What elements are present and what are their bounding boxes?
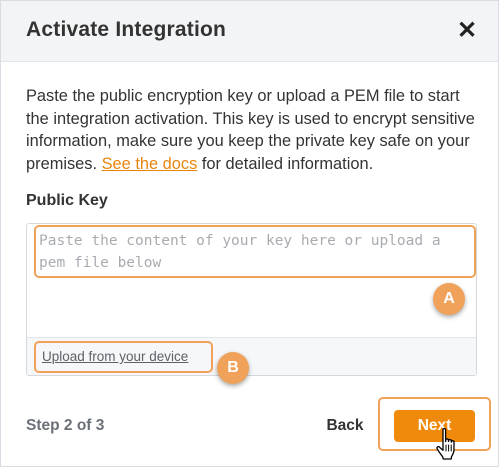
dialog-title: Activate Integration	[26, 18, 227, 41]
back-button[interactable]: Back	[322, 409, 368, 443]
activate-integration-dialog: Activate Integration ✕ Paste the public …	[0, 0, 499, 467]
description-text-end: for detailed information.	[197, 154, 374, 173]
public-key-label: Public Key	[26, 192, 108, 209]
step-indicator: Step 2 of 3	[26, 417, 105, 434]
dialog-header: Activate Integration ✕	[1, 1, 498, 62]
annotation-badge-b: B	[217, 352, 249, 384]
public-key-box: Upload from your device	[26, 223, 477, 376]
upload-from-device-link[interactable]: Upload from your device	[42, 349, 188, 364]
upload-bar: Upload from your device	[27, 337, 476, 375]
dialog-description: Paste the public encryption key or uploa…	[26, 85, 486, 175]
hand-pointer-cursor-icon	[436, 427, 455, 460]
close-icon[interactable]: ✕	[457, 19, 477, 43]
see-the-docs-link[interactable]: See the docs	[102, 155, 198, 173]
annotation-badge-a: A	[433, 283, 465, 315]
public-key-input[interactable]	[35, 225, 468, 335]
